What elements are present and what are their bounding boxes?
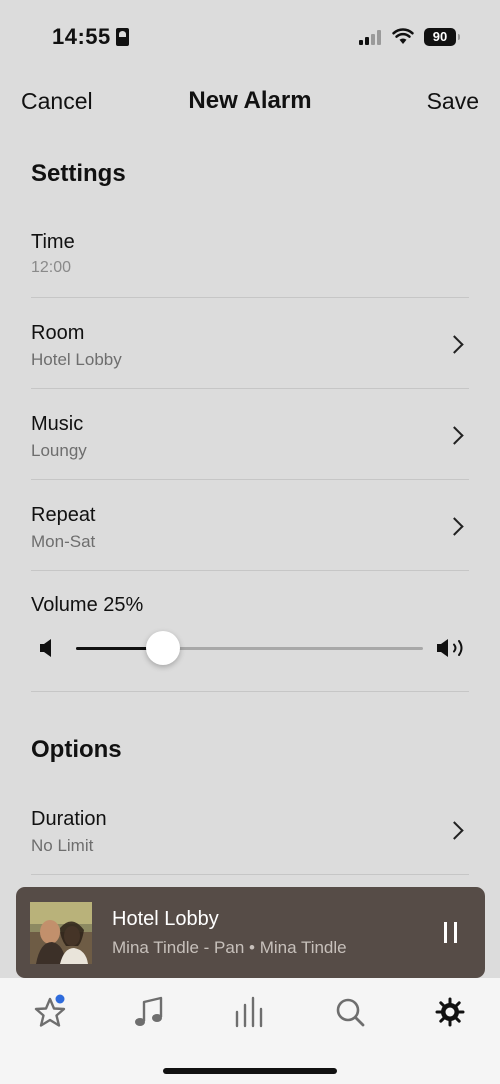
settings-gear-icon[interactable] [430, 994, 470, 1030]
volume-slider[interactable] [76, 631, 423, 665]
cellular-signal-icon [359, 30, 383, 45]
now-playing-subtitle: Mina Tindle - Pan • Mina Tindle [112, 938, 347, 957]
music-value: Loungy [31, 441, 87, 460]
music-note-icon[interactable] [130, 994, 170, 1030]
room-value: Hotel Lobby [31, 350, 122, 369]
chevron-right-icon [445, 517, 464, 536]
equalizer-bars-icon[interactable] [230, 994, 270, 1030]
volume-label: Volume 25% [31, 594, 144, 616]
volume-low-icon[interactable] [40, 638, 54, 658]
time-label: Time [31, 231, 75, 253]
page-title: New Alarm [188, 87, 312, 114]
search-icon[interactable] [330, 994, 370, 1030]
room-row[interactable]: Room Hotel Lobby [31, 298, 469, 389]
album-art [30, 902, 92, 964]
volume-row: Volume 25% [31, 571, 469, 692]
contact-card-icon [116, 28, 129, 46]
pause-icon[interactable] [442, 922, 460, 943]
volume-high-icon[interactable] [437, 637, 469, 659]
chevron-right-icon [445, 821, 464, 840]
status-time: 14:55 [52, 24, 111, 49]
favorites-star-icon[interactable] [30, 994, 70, 1030]
volume-slider-thumb[interactable] [145, 631, 180, 665]
duration-row[interactable]: Duration No Limit [31, 784, 469, 875]
now-playing-title: Hotel Lobby [112, 908, 219, 930]
options-section-title: Options [31, 736, 122, 763]
battery-icon: 90 [424, 28, 460, 46]
notification-dot [55, 994, 65, 1004]
music-label: Music [31, 413, 84, 435]
repeat-label: Repeat [31, 504, 96, 526]
repeat-value: Mon-Sat [31, 532, 96, 551]
repeat-row[interactable]: Repeat Mon-Sat [31, 480, 469, 571]
room-label: Room [31, 322, 85, 344]
status-bar: 14:55 90 [0, 0, 500, 72]
music-row[interactable]: Music Loungy [31, 389, 469, 480]
settings-section-title: Settings [31, 160, 126, 187]
wifi-icon [392, 28, 414, 44]
chevron-right-icon [445, 426, 464, 445]
chevron-right-icon [445, 335, 464, 354]
duration-value: No Limit [31, 836, 94, 855]
time-row[interactable]: Time 12:00 [31, 228, 469, 298]
home-indicator [163, 1068, 337, 1074]
now-playing-bar[interactable]: Hotel Lobby Mina Tindle - Pan • Mina Tin… [16, 887, 485, 978]
time-value: 12:00 [31, 259, 72, 276]
save-button[interactable]: Save [427, 88, 479, 115]
duration-label: Duration [31, 808, 107, 830]
